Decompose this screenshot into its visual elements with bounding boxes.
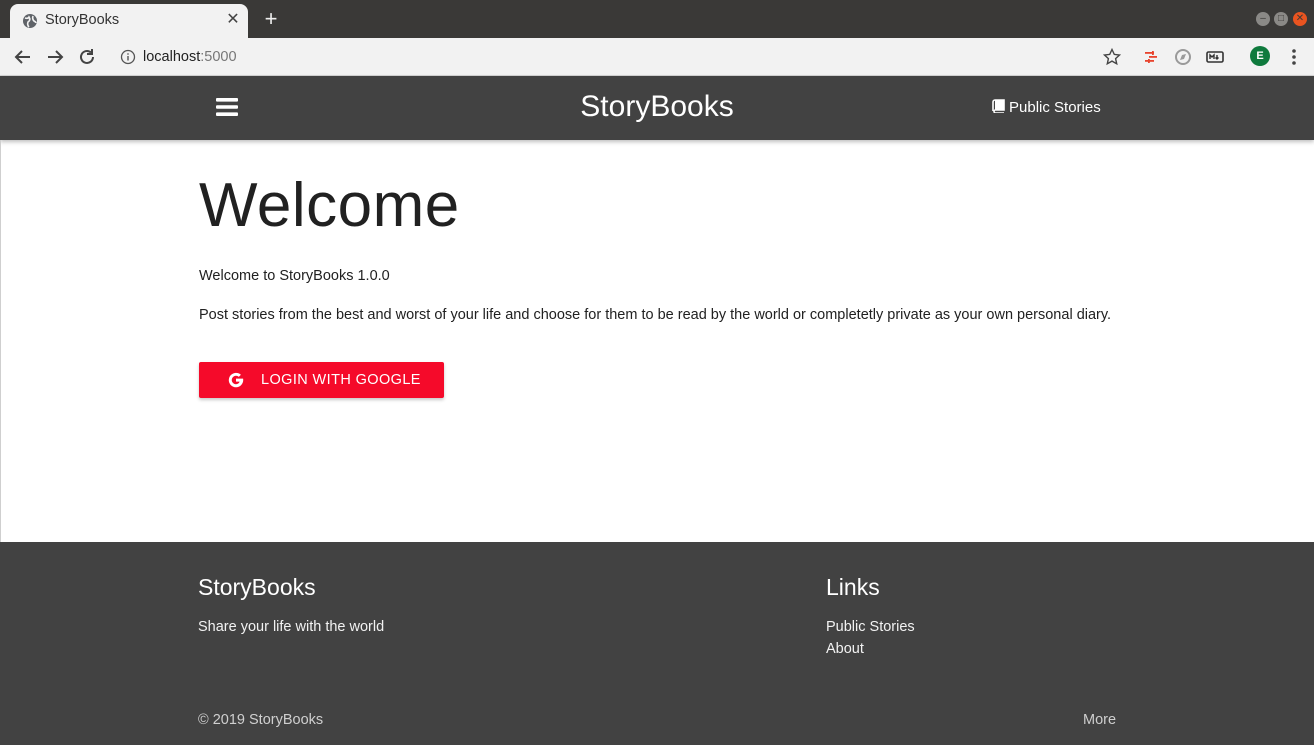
navbar-brand[interactable]: StoryBooks <box>0 90 1314 124</box>
menu-dots-icon[interactable] <box>1286 47 1302 67</box>
version-text: Welcome to StoryBooks 1.0.0 <box>199 268 390 284</box>
nav-public-stories-label: Public Stories <box>1009 99 1101 116</box>
footer-link-public-stories[interactable]: Public Stories <box>826 619 915 635</box>
login-with-google-button[interactable]: LOGIN WITH GOOGLE <box>199 362 444 398</box>
nav-public-stories-link[interactable]: Public Stories <box>992 99 1101 116</box>
window-minimize-button[interactable]: – <box>1256 12 1270 26</box>
footer-copyright: © 2019 StoryBooks <box>198 712 324 728</box>
browser-tab[interactable]: StoryBooks ✕ <box>10 4 248 38</box>
browser-toolbar: localhost:5000 E <box>0 38 1314 76</box>
reload-icon[interactable] <box>75 45 99 69</box>
footer-tagline: Share your life with the world <box>198 619 385 635</box>
new-tab-icon[interactable]: + <box>260 8 282 30</box>
forward-arrow-icon[interactable] <box>43 45 67 69</box>
login-button-label: LOGIN WITH GOOGLE <box>261 372 421 388</box>
page-footer: StoryBooks Share your life with the worl… <box>0 542 1314 745</box>
app-navbar: StoryBooks Public Stories <box>0 76 1314 140</box>
info-icon[interactable] <box>120 49 136 65</box>
google-icon <box>228 372 244 388</box>
extension-markdown-icon[interactable] <box>1205 47 1225 67</box>
window-close-button[interactable]: ✕ <box>1293 12 1307 26</box>
footer-links-title: Links <box>826 574 880 600</box>
url-text: localhost:5000 <box>143 49 237 65</box>
tab-title: StoryBooks <box>45 12 120 28</box>
book-icon <box>992 99 1005 114</box>
url-port: :5000 <box>200 49 237 65</box>
browser-tabstrip: StoryBooks ✕ + – □ ✕ <box>0 0 1314 38</box>
back-arrow-icon[interactable] <box>11 45 35 69</box>
footer-brand: StoryBooks <box>198 574 316 600</box>
main-content: Welcome Welcome to StoryBooks 1.0.0 Post… <box>0 140 1314 542</box>
page-title: Welcome <box>199 171 460 240</box>
extension-redux-icon[interactable] <box>1141 47 1161 67</box>
tab-close-icon[interactable]: ✕ <box>224 11 242 29</box>
footer-more-link[interactable]: More <box>1083 712 1116 728</box>
window-maximize-button[interactable]: □ <box>1274 12 1288 26</box>
globe-icon <box>23 14 37 28</box>
extension-compass-icon[interactable] <box>1173 47 1193 67</box>
bookmark-star-icon[interactable] <box>1102 47 1122 67</box>
description-text: Post stories from the best and worst of … <box>199 307 1112 323</box>
footer-link-about[interactable]: About <box>826 641 864 657</box>
url-host: localhost <box>143 49 201 65</box>
profile-avatar[interactable]: E <box>1250 46 1270 66</box>
address-bar[interactable]: localhost:5000 <box>110 42 1135 72</box>
